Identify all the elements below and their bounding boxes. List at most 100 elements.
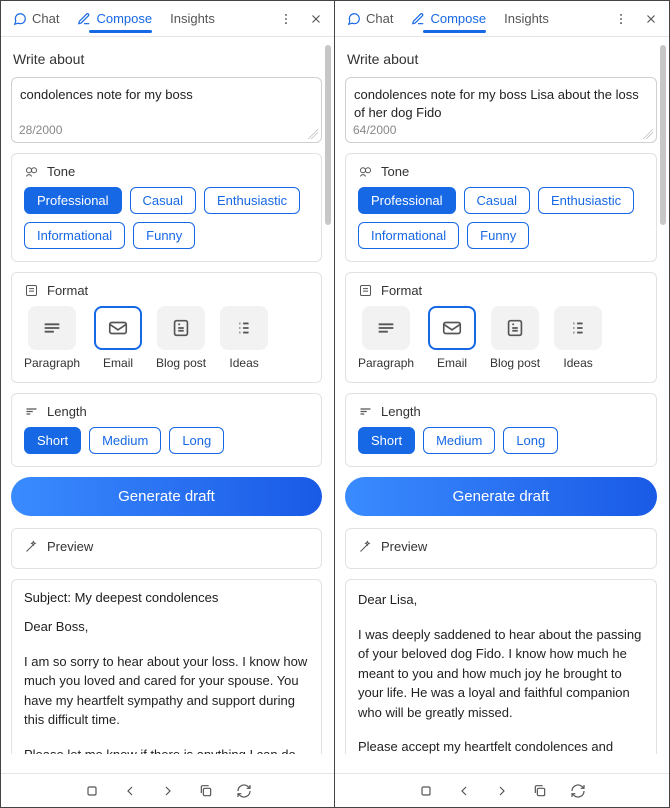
generate-draft-button[interactable]: Generate draft <box>345 477 657 516</box>
ideas-icon <box>231 317 257 339</box>
format-section: Format Paragraph Email Blog post Ideas <box>11 272 322 383</box>
stop-icon[interactable] <box>418 783 434 799</box>
chat-icon <box>347 12 361 26</box>
length-medium[interactable]: Medium <box>423 427 495 454</box>
format-blog[interactable]: Blog post <box>156 306 206 370</box>
prompt-text: condolences note for my boss <box>20 87 193 102</box>
preview-subject: Subject: My deepest condolences <box>24 590 309 605</box>
tab-insights[interactable]: Insights <box>162 5 223 32</box>
format-section: Format Paragraph Email Blog post Ideas <box>345 272 657 383</box>
write-about-label: Write about <box>347 51 655 67</box>
chat-icon <box>13 12 27 26</box>
length-section: Length Short Medium Long <box>345 393 657 467</box>
format-ideas[interactable]: Ideas <box>220 306 268 370</box>
tab-bar: Chat Compose Insights <box>1 1 334 37</box>
length-section: Length Short Medium Long <box>11 393 322 467</box>
format-paragraph[interactable]: Paragraph <box>24 306 80 370</box>
generate-draft-button[interactable]: Generate draft <box>11 477 322 516</box>
preview-label: Preview <box>381 539 427 554</box>
close-icon <box>644 12 658 26</box>
compose-icon <box>77 12 91 26</box>
tone-enthusiastic[interactable]: Enthusiastic <box>538 187 634 214</box>
compose-pane-right: Chat Compose Insights Write about condol… <box>335 0 670 808</box>
scrollbar[interactable] <box>325 45 331 765</box>
tone-label: Tone <box>47 164 75 179</box>
tone-informational[interactable]: Informational <box>24 222 125 249</box>
format-icon <box>24 283 39 298</box>
wand-icon <box>358 539 373 554</box>
tab-compose-label: Compose <box>430 11 486 26</box>
preview-p2: Please let me know if there is anything … <box>24 745 309 755</box>
tone-enthusiastic[interactable]: Enthusiastic <box>204 187 300 214</box>
format-ideas-label: Ideas <box>229 356 258 370</box>
length-medium[interactable]: Medium <box>89 427 161 454</box>
char-count: 28/2000 <box>19 123 62 137</box>
close-icon <box>309 12 323 26</box>
tone-funny[interactable]: Funny <box>467 222 529 249</box>
tone-informational[interactable]: Informational <box>358 222 459 249</box>
email-icon <box>439 317 465 339</box>
preview-output: Dear Lisa, I was deeply saddened to hear… <box>345 579 657 754</box>
close-button[interactable] <box>637 5 665 33</box>
tone-professional[interactable]: Professional <box>358 187 456 214</box>
char-count: 64/2000 <box>353 123 396 137</box>
bottom-toolbar <box>1 773 334 807</box>
tone-casual[interactable]: Casual <box>464 187 530 214</box>
format-blog[interactable]: Blog post <box>490 306 540 370</box>
format-paragraph-label: Paragraph <box>24 356 80 370</box>
refresh-icon[interactable] <box>570 783 586 799</box>
tab-chat[interactable]: Chat <box>5 5 67 32</box>
tab-compose[interactable]: Compose <box>403 5 494 32</box>
prompt-field-wrap: condolences note for my boss 28/2000 <box>11 77 322 143</box>
stop-icon[interactable] <box>84 783 100 799</box>
compose-icon <box>411 12 425 26</box>
ideas-icon <box>565 317 591 339</box>
format-paragraph[interactable]: Paragraph <box>358 306 414 370</box>
preview-section: Preview <box>345 528 657 569</box>
tone-funny[interactable]: Funny <box>133 222 195 249</box>
close-button[interactable] <box>302 5 330 33</box>
length-long[interactable]: Long <box>503 427 558 454</box>
more-vertical-icon <box>279 12 293 26</box>
resize-handle-icon[interactable] <box>308 129 318 139</box>
format-ideas[interactable]: Ideas <box>554 306 602 370</box>
length-icon <box>24 404 39 419</box>
tab-bar: Chat Compose Insights <box>335 1 669 37</box>
scrollbar[interactable] <box>660 45 666 765</box>
more-options-button[interactable] <box>607 5 635 33</box>
format-paragraph-label: Paragraph <box>358 356 414 370</box>
prompt-field-wrap: condolences note for my boss Lisa about … <box>345 77 657 143</box>
format-blog-label: Blog post <box>490 356 540 370</box>
length-label: Length <box>381 404 421 419</box>
format-email[interactable]: Email <box>428 306 476 370</box>
length-label: Length <box>47 404 87 419</box>
length-short[interactable]: Short <box>358 427 415 454</box>
more-options-button[interactable] <box>272 5 300 33</box>
copy-icon[interactable] <box>198 783 214 799</box>
tab-compose[interactable]: Compose <box>69 5 160 32</box>
format-email[interactable]: Email <box>94 306 142 370</box>
tone-casual[interactable]: Casual <box>130 187 196 214</box>
back-icon[interactable] <box>122 783 138 799</box>
tab-chat[interactable]: Chat <box>339 5 401 32</box>
tone-section: Tone Professional Casual Enthusiastic In… <box>11 153 322 262</box>
preview-section: Preview <box>11 528 322 569</box>
tab-chat-label: Chat <box>366 11 393 26</box>
tone-icon <box>358 164 373 179</box>
back-icon[interactable] <box>456 783 472 799</box>
length-short[interactable]: Short <box>24 427 81 454</box>
forward-icon[interactable] <box>160 783 176 799</box>
tab-insights[interactable]: Insights <box>496 5 557 32</box>
tab-chat-label: Chat <box>32 11 59 26</box>
copy-icon[interactable] <box>532 783 548 799</box>
length-long[interactable]: Long <box>169 427 224 454</box>
resize-handle-icon[interactable] <box>643 129 653 139</box>
format-email-label: Email <box>103 356 133 370</box>
tone-professional[interactable]: Professional <box>24 187 122 214</box>
forward-icon[interactable] <box>494 783 510 799</box>
wand-icon <box>24 539 39 554</box>
paragraph-icon <box>373 317 399 339</box>
refresh-icon[interactable] <box>236 783 252 799</box>
email-icon <box>105 317 131 339</box>
format-email-label: Email <box>437 356 467 370</box>
